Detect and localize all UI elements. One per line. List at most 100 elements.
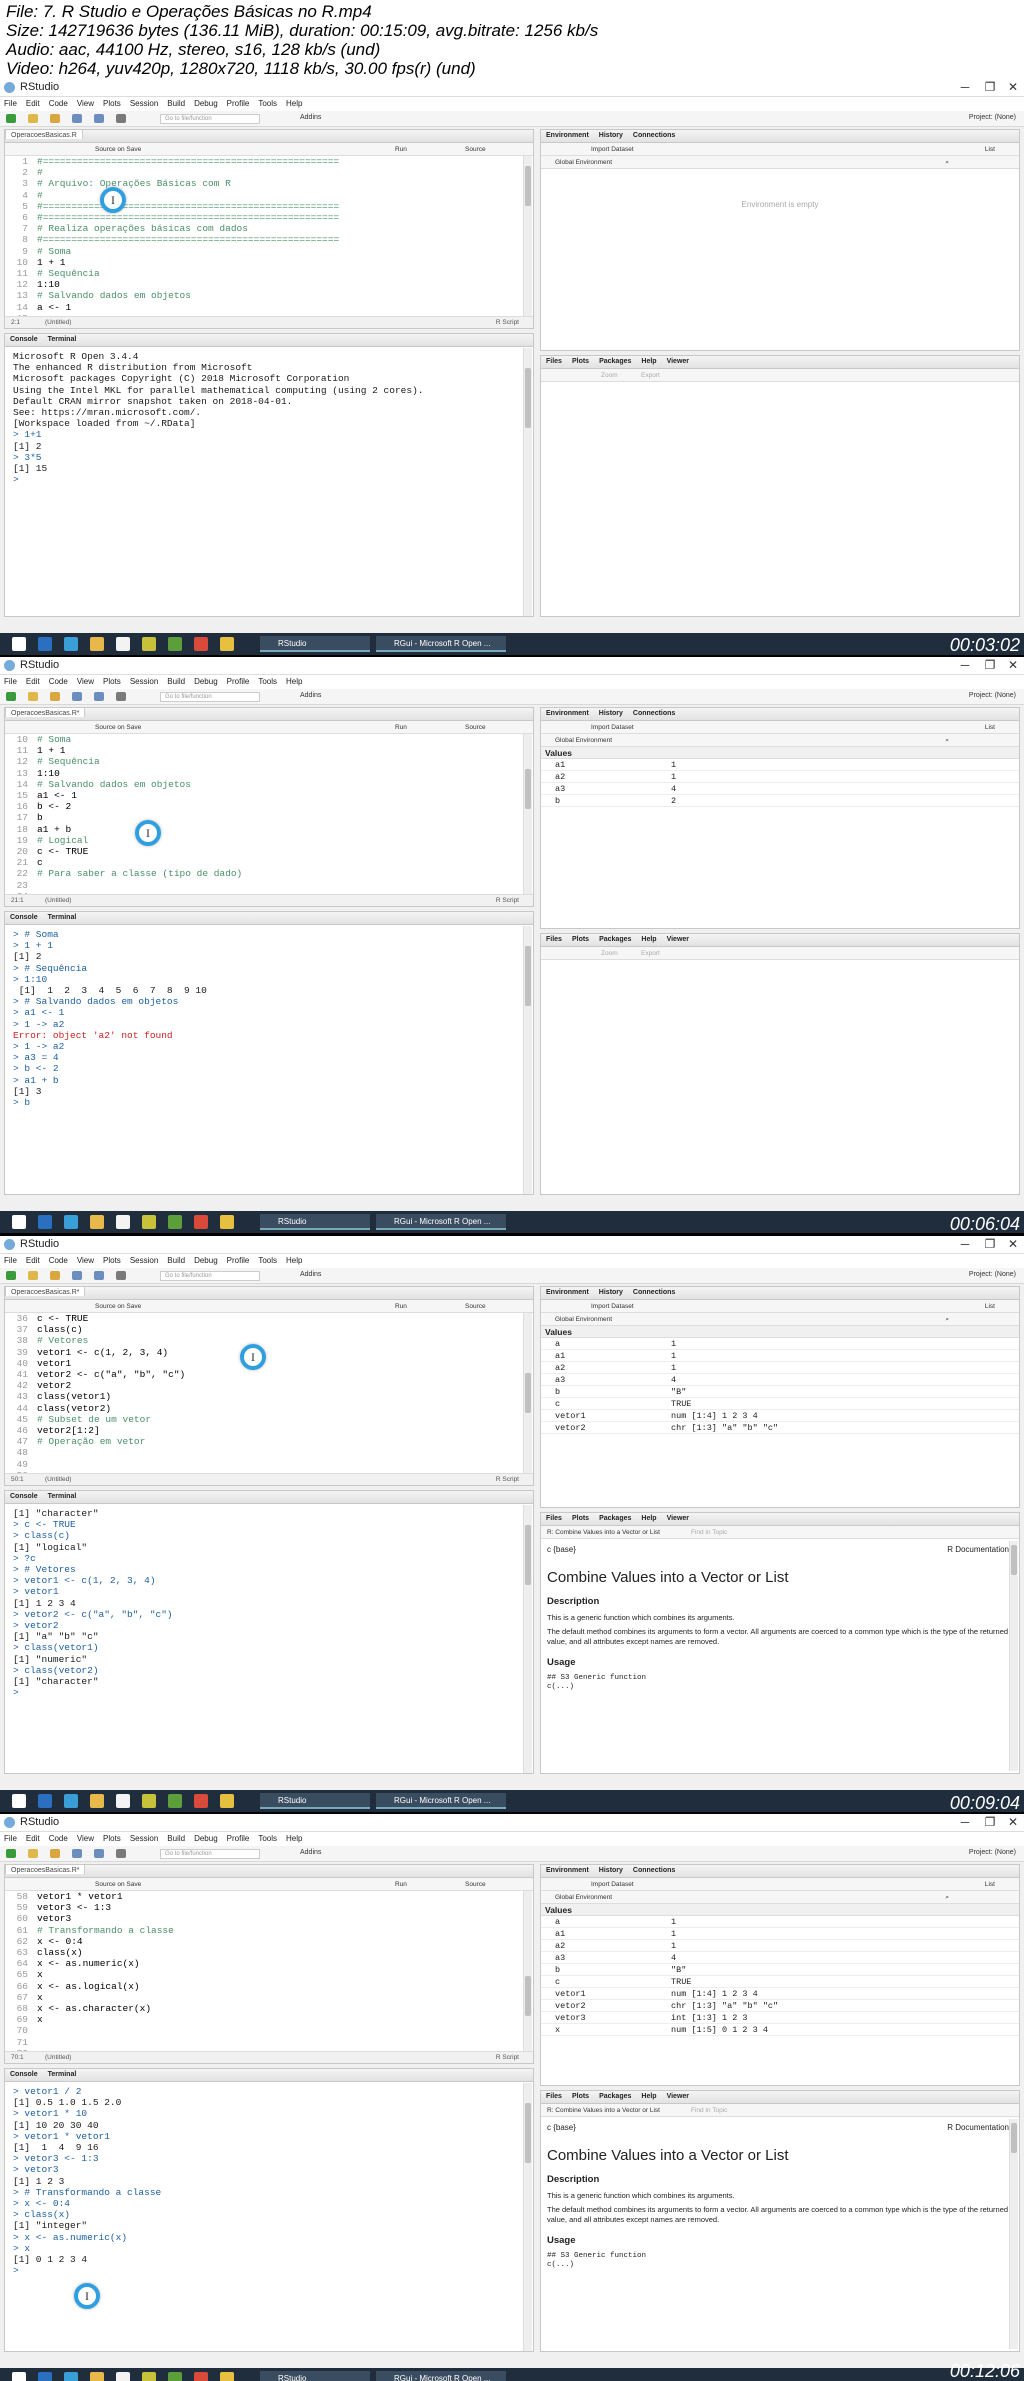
- toolbar-icon-4[interactable]: [94, 692, 104, 701]
- tab-history[interactable]: History: [594, 1865, 628, 1874]
- toolbar-icon-4[interactable]: [94, 114, 104, 123]
- list-view-button[interactable]: List: [985, 1303, 995, 1310]
- source-on-save-checkbox[interactable]: Source on Save: [95, 146, 141, 153]
- source-file-tab[interactable]: OperacoesBasicas.R*: [5, 708, 86, 717]
- console-output[interactable]: > # Soma > 1 + 1 [1] 2 > # Sequência > 1:10 …: [5, 925, 533, 1108]
- menu-session[interactable]: Session: [126, 1832, 163, 1843]
- chrome-icon[interactable]: [194, 1794, 208, 1808]
- powerpoint-icon[interactable]: [220, 1215, 234, 1229]
- tab-packages[interactable]: Packages: [594, 2091, 636, 2100]
- toolbar-icon-1[interactable]: [28, 1271, 38, 1280]
- environment-row[interactable]: vetor2 chr [1:3] "a" "b" "c": [541, 2000, 1019, 2012]
- toolbar-icon-5[interactable]: [116, 1271, 126, 1280]
- console-scrollbar[interactable]: [523, 1505, 532, 1773]
- tab-viewer[interactable]: Viewer: [662, 1513, 694, 1522]
- search-icon[interactable]: ⌕: [945, 159, 949, 167]
- tab-console[interactable]: Console: [5, 2069, 43, 2078]
- file-type-indicator[interactable]: R Script: [496, 897, 519, 904]
- chrome-icon[interactable]: [194, 2372, 208, 2381]
- scroll-thumb[interactable]: [525, 2103, 531, 2163]
- project-menu[interactable]: Project: (None): [969, 1849, 1016, 1856]
- environment-row[interactable]: a1: [541, 1916, 1019, 1928]
- toolbar-icon-3[interactable]: [72, 692, 82, 701]
- start-icon[interactable]: [12, 1794, 26, 1808]
- toolbar-icon-0[interactable]: [6, 1849, 16, 1858]
- toolbar-icon-0[interactable]: [6, 692, 16, 701]
- start-icon[interactable]: [12, 1215, 26, 1229]
- tab-files[interactable]: Files: [541, 2091, 567, 2100]
- menu-code[interactable]: Code: [45, 1832, 73, 1843]
- tab-connections[interactable]: Connections: [628, 708, 680, 717]
- mail-icon[interactable]: [116, 1215, 130, 1229]
- taskbar-rstudio[interactable]: RStudio: [260, 1214, 370, 1230]
- global-environment-dropdown[interactable]: Global Environment: [555, 737, 612, 744]
- toolbar-icon-5[interactable]: [116, 114, 126, 123]
- app-icon[interactable]: [168, 2372, 182, 2381]
- taskbar-rgui[interactable]: RGui - Microsoft R Open ...: [376, 1793, 506, 1809]
- tab-connections[interactable]: Connections: [628, 130, 680, 139]
- console-scrollbar[interactable]: [523, 926, 532, 1194]
- environment-row[interactable]: vetor1 num [1:4] 1 2 3 4: [541, 1410, 1019, 1422]
- toolbar-icon-3[interactable]: [72, 114, 82, 123]
- find-in-topic-input[interactable]: Find in Topic: [691, 1529, 727, 1536]
- mail-icon[interactable]: [116, 2372, 130, 2381]
- menu-help[interactable]: Help: [282, 1254, 307, 1265]
- source-on-save-checkbox[interactable]: Source on Save: [95, 1303, 141, 1310]
- goto-file-input[interactable]: Go to file/function: [160, 1271, 260, 1281]
- run-button[interactable]: Run: [395, 1303, 407, 1310]
- scroll-thumb[interactable]: [525, 1976, 531, 2016]
- close-button[interactable]: ✕: [998, 1237, 1024, 1251]
- menu-debug[interactable]: Debug: [190, 1832, 223, 1843]
- menu-edit[interactable]: Edit: [22, 675, 45, 686]
- tab-environment[interactable]: Environment: [541, 1287, 594, 1296]
- task-view-icon[interactable]: [64, 1794, 78, 1808]
- close-button[interactable]: ✕: [998, 80, 1024, 94]
- source-file-tab[interactable]: OperacoesBasicas.R: [5, 130, 83, 139]
- tab-packages[interactable]: Packages: [594, 1513, 636, 1522]
- tab-help[interactable]: Help: [636, 2091, 661, 2100]
- search-icon[interactable]: [38, 1794, 52, 1808]
- close-button[interactable]: ✕: [998, 1815, 1024, 1829]
- chrome-icon[interactable]: [194, 637, 208, 651]
- scroll-thumb[interactable]: [525, 946, 531, 1006]
- menu-tools[interactable]: Tools: [254, 675, 282, 686]
- tab-terminal[interactable]: Terminal: [43, 1491, 82, 1500]
- environment-row[interactable]: a2 1: [541, 771, 1019, 783]
- tab-environment[interactable]: Environment: [541, 708, 594, 717]
- menu-tools[interactable]: Tools: [254, 1254, 282, 1265]
- tab-plots[interactable]: Plots: [567, 934, 594, 943]
- tab-files[interactable]: Files: [541, 934, 567, 943]
- environment-row[interactable]: a3 4: [541, 1952, 1019, 1964]
- source-scrollbar[interactable]: [523, 1313, 532, 1473]
- start-icon[interactable]: [12, 637, 26, 651]
- source-on-save-checkbox[interactable]: Source on Save: [95, 1881, 141, 1888]
- source-file-tab[interactable]: OperacoesBasicas.R*: [5, 1287, 86, 1296]
- tab-help[interactable]: Help: [636, 1513, 661, 1522]
- addins-menu[interactable]: Addins: [300, 1849, 321, 1856]
- tab-viewer[interactable]: Viewer: [662, 356, 694, 365]
- file-type-indicator[interactable]: R Script: [496, 2054, 519, 2061]
- tab-help[interactable]: Help: [636, 934, 661, 943]
- list-view-button[interactable]: List: [985, 724, 995, 731]
- tab-console[interactable]: Console: [5, 1491, 43, 1500]
- environment-row[interactable]: vetor2 chr [1:3] "a" "b" "c": [541, 1422, 1019, 1434]
- tab-history[interactable]: History: [594, 1287, 628, 1296]
- list-view-button[interactable]: List: [985, 1881, 995, 1888]
- code-editor[interactable]: 123456789101112131415161718#============…: [5, 156, 533, 328]
- menu-session[interactable]: Session: [126, 97, 163, 108]
- start-icon[interactable]: [12, 2372, 26, 2381]
- folder-icon[interactable]: [142, 637, 156, 651]
- toolbar-icon-2[interactable]: [50, 1271, 60, 1280]
- edge-icon[interactable]: [90, 637, 104, 651]
- import-dataset-button[interactable]: Import Dataset: [591, 1303, 634, 1310]
- environment-row[interactable]: a3 4: [541, 1374, 1019, 1386]
- project-menu[interactable]: Project: (None): [969, 1271, 1016, 1278]
- search-icon[interactable]: [38, 1215, 52, 1229]
- menu-debug[interactable]: Debug: [190, 97, 223, 108]
- menu-help[interactable]: Help: [282, 97, 307, 108]
- taskbar-rgui[interactable]: RGui - Microsoft R Open ...: [376, 2371, 506, 2381]
- menu-build[interactable]: Build: [163, 1832, 190, 1843]
- tab-history[interactable]: History: [594, 708, 628, 717]
- search-icon[interactable]: ⌕: [945, 1316, 949, 1324]
- scroll-thumb[interactable]: [525, 166, 531, 206]
